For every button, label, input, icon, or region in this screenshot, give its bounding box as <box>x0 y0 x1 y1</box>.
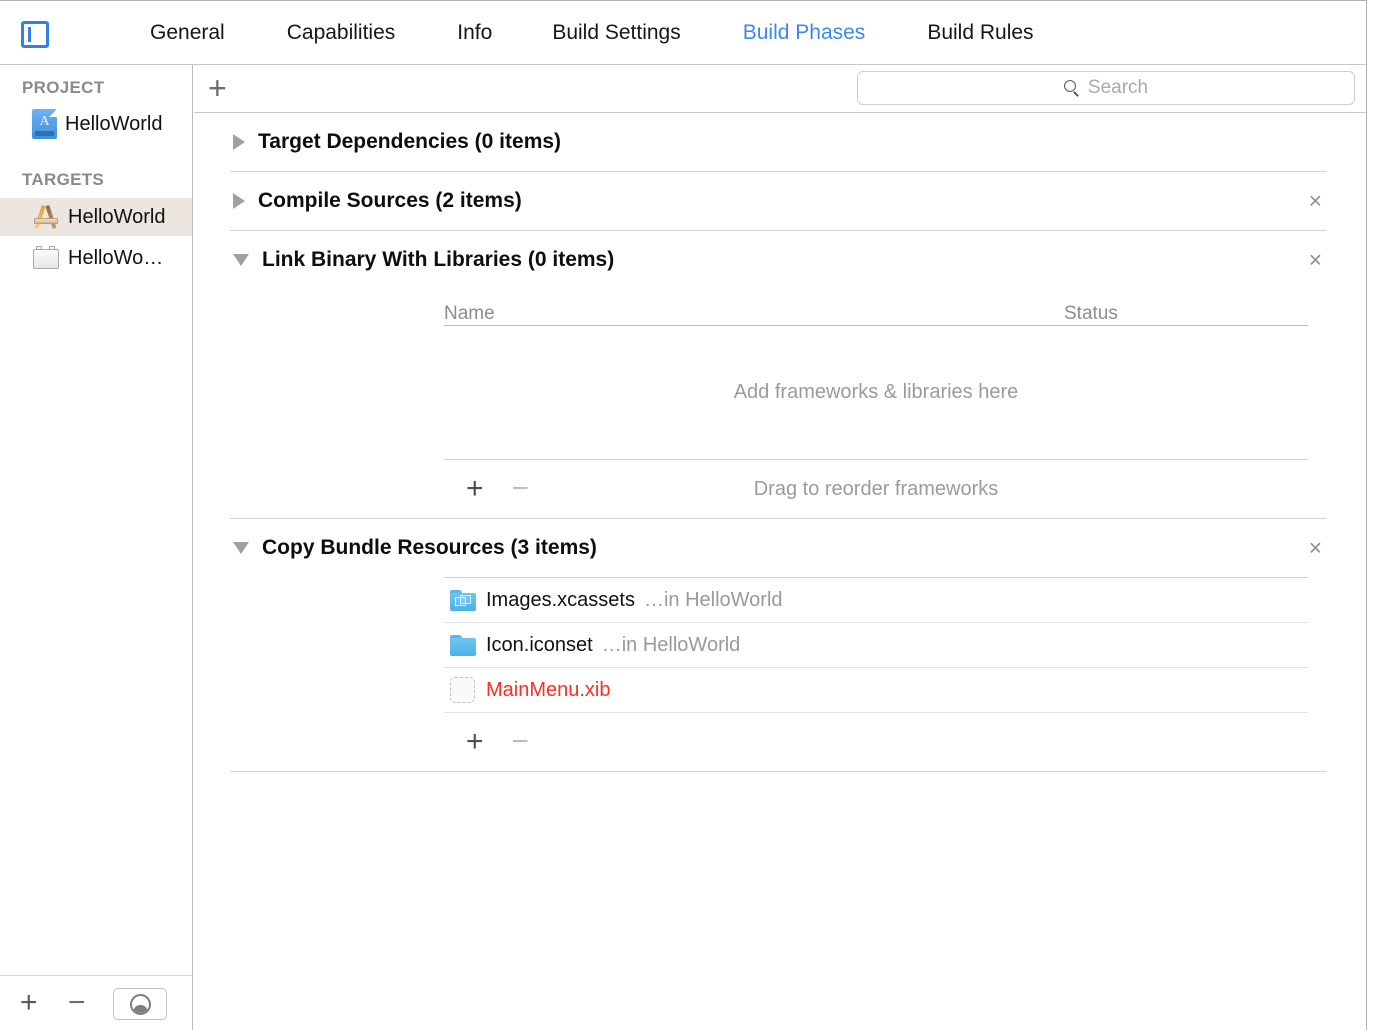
sidebar-item-target-helloworld[interactable]: HelloWorld <box>0 198 192 236</box>
missing-file-icon <box>450 677 475 703</box>
phase-header[interactable]: Target Dependencies (0 items) <box>194 113 1366 171</box>
add-framework-button[interactable]: + <box>466 475 484 503</box>
remove-resource-button[interactable]: − <box>512 728 530 756</box>
phase-divider <box>230 771 1326 772</box>
sidebar-item-target-tests[interactable]: HelloWo… <box>0 239 192 277</box>
sidebar-item-project-helloworld[interactable]: A HelloWorld <box>0 105 192 143</box>
remove-target-button[interactable]: − <box>68 989 86 1017</box>
resource-location: …in HelloWorld <box>644 589 783 612</box>
delete-phase-button[interactable]: × <box>1309 190 1322 213</box>
column-header-name: Name <box>444 303 1064 325</box>
disclosure-triangle-collapsed-icon[interactable] <box>233 193 245 209</box>
window-right-border <box>1366 0 1367 1030</box>
filter-inspector-button[interactable] <box>113 988 167 1020</box>
sidebar-item-label: HelloWorld <box>68 206 165 229</box>
delete-phase-button[interactable]: × <box>1309 537 1322 560</box>
resource-name: MainMenu.xib <box>486 679 611 702</box>
search-icon <box>1064 80 1081 97</box>
phase-title: Target Dependencies (0 items) <box>258 130 561 154</box>
editor-tab-bar: General Capabilities Info Build Settings… <box>0 1 1366 65</box>
table-row[interactable]: MainMenu.xib <box>444 668 1308 713</box>
reorder-hint: Drag to reorder frameworks <box>444 478 1308 501</box>
disclosure-triangle-collapsed-icon[interactable] <box>233 134 245 150</box>
sidebar-item-label: HelloWorld <box>65 113 162 136</box>
disclosure-triangle-expanded-icon[interactable] <box>233 254 249 266</box>
tab-list: General Capabilities Info Build Settings… <box>150 1 1096 65</box>
build-phase-compile-sources: Compile Sources (2 items) × <box>194 172 1366 231</box>
phase-header[interactable]: Compile Sources (2 items) × <box>194 172 1366 230</box>
sidebar-bottom-bar: + − <box>0 975 192 1030</box>
project-targets-sidebar: PROJECT A HelloWorld TARGETS HelloWorld … <box>0 65 193 1030</box>
sidebar-item-label: HelloWo… <box>68 247 163 270</box>
resources-table: Images.xcassets …in HelloWorld Icon.icon… <box>194 577 1366 771</box>
resources-footer: + − <box>444 713 1308 771</box>
build-phase-link-binary-with-libraries: Link Binary With Libraries (0 items) × N… <box>194 231 1366 519</box>
asset-catalog-folder-icon <box>450 590 476 611</box>
tab-build-rules[interactable]: Build Rules <box>927 21 1033 45</box>
table-header-row: Name Status <box>444 289 1308 326</box>
phase-title: Copy Bundle Resources (3 items) <box>262 536 597 560</box>
phase-title: Link Binary With Libraries (0 items) <box>262 248 614 272</box>
sidebar-group-project: PROJECT <box>0 78 104 98</box>
folder-icon <box>450 635 476 656</box>
column-header-status: Status <box>1064 303 1118 325</box>
disclosure-triangle-expanded-icon[interactable] <box>233 542 249 554</box>
resource-list: Images.xcassets …in HelloWorld Icon.icon… <box>444 577 1308 713</box>
add-resource-button[interactable]: + <box>466 728 484 756</box>
search-input[interactable]: Search <box>857 71 1355 105</box>
delete-phase-button[interactable]: × <box>1309 249 1322 272</box>
add-build-phase-button[interactable]: + <box>208 71 227 105</box>
add-target-button[interactable]: + <box>20 989 38 1017</box>
tab-info[interactable]: Info <box>457 21 492 45</box>
phase-header[interactable]: Copy Bundle Resources (3 items) × <box>194 519 1366 577</box>
test-bundle-icon <box>32 246 60 270</box>
filter-inspector-icon <box>130 994 151 1015</box>
build-phases-content: + Search Target Dependencies (0 items) C… <box>194 65 1366 1030</box>
frameworks-empty-hint: Add frameworks & libraries here <box>444 326 1308 460</box>
phase-header[interactable]: Link Binary With Libraries (0 items) × <box>194 231 1366 289</box>
build-phase-list: Target Dependencies (0 items) Compile So… <box>194 113 1366 772</box>
search-placeholder: Search <box>1088 77 1148 99</box>
tab-general[interactable]: General <box>150 21 225 45</box>
frameworks-table: Name Status Add frameworks & libraries h… <box>194 289 1366 518</box>
project-document-icon: A <box>32 109 57 139</box>
build-phase-target-dependencies: Target Dependencies (0 items) <box>194 113 1366 172</box>
tab-build-settings[interactable]: Build Settings <box>552 21 680 45</box>
sidebar-group-targets: TARGETS <box>0 170 104 190</box>
phase-title: Compile Sources (2 items) <box>258 189 522 213</box>
resource-location: …in HelloWorld <box>602 634 741 657</box>
resource-name: Icon.iconset <box>486 634 593 657</box>
tab-capabilities[interactable]: Capabilities <box>287 21 396 45</box>
panel-toggle-icon[interactable] <box>21 21 49 48</box>
resource-name: Images.xcassets <box>486 589 635 612</box>
table-row[interactable]: Icon.iconset …in HelloWorld <box>444 623 1308 668</box>
build-phase-copy-bundle-resources: Copy Bundle Resources (3 items) × Images… <box>194 519 1366 772</box>
remove-framework-button[interactable]: − <box>512 475 530 503</box>
tab-build-phases[interactable]: Build Phases <box>743 21 866 45</box>
build-phases-toolbar: + Search <box>194 65 1366 113</box>
xcode-project-editor-window: General Capabilities Info Build Settings… <box>0 0 1374 1030</box>
frameworks-footer: + − Drag to reorder frameworks <box>444 460 1308 518</box>
app-target-icon <box>32 204 60 230</box>
table-row[interactable]: Images.xcassets …in HelloWorld <box>444 578 1308 623</box>
